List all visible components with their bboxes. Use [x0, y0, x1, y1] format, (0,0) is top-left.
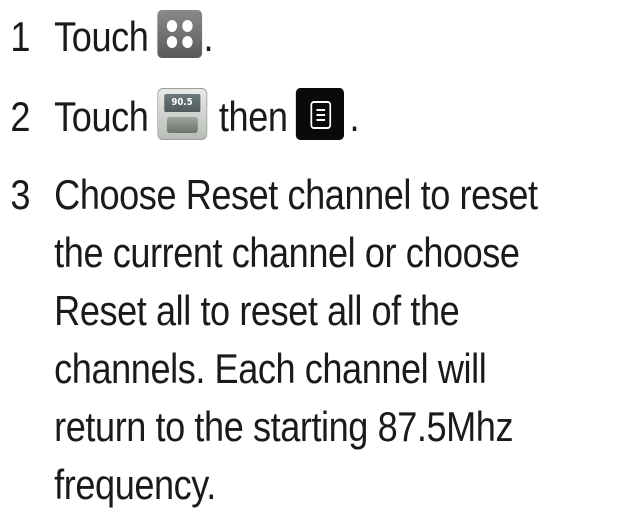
- step-text-after: .: [349, 93, 360, 140]
- step-line: channels. Each channel will: [54, 345, 487, 392]
- step-1: 1 Touch.: [0, 8, 538, 72]
- step-line: return to the starting 87.5Mhz: [54, 403, 514, 450]
- step-number: 1: [10, 13, 30, 60]
- step-text-after: .: [203, 13, 214, 60]
- step-line: Choose Reset channel to reset: [54, 171, 538, 218]
- step-number: 3: [10, 171, 30, 218]
- step-number: 2: [10, 93, 30, 140]
- apps-grid-icon: [157, 9, 202, 58]
- menu-icon: [296, 87, 345, 140]
- step-3: 3 Choose Reset channel to reset the curr…: [0, 166, 538, 516]
- step-text-middle: then: [218, 93, 288, 140]
- step-2: 2 Touch 90.5 then.: [0, 87, 538, 152]
- step-line: frequency.: [54, 461, 216, 508]
- step-text: Touch 90.5 then.: [54, 87, 360, 146]
- radio-frequency-display: 90.5: [163, 93, 201, 112]
- step-text-before: Touch: [54, 13, 149, 60]
- fm-radio-icon: 90.5: [157, 87, 207, 140]
- step-line: Reset all to reset all of the: [54, 287, 460, 334]
- step-paragraph: Choose Reset channel to reset the curren…: [54, 166, 538, 514]
- step-text-before: Touch: [54, 93, 149, 140]
- step-line: the current channel or choose: [54, 229, 520, 276]
- instruction-page: 1 Touch. 2 Touch 90.5 then. 3 Choose Reset…: [0, 0, 625, 516]
- step-text: Touch.: [54, 8, 214, 66]
